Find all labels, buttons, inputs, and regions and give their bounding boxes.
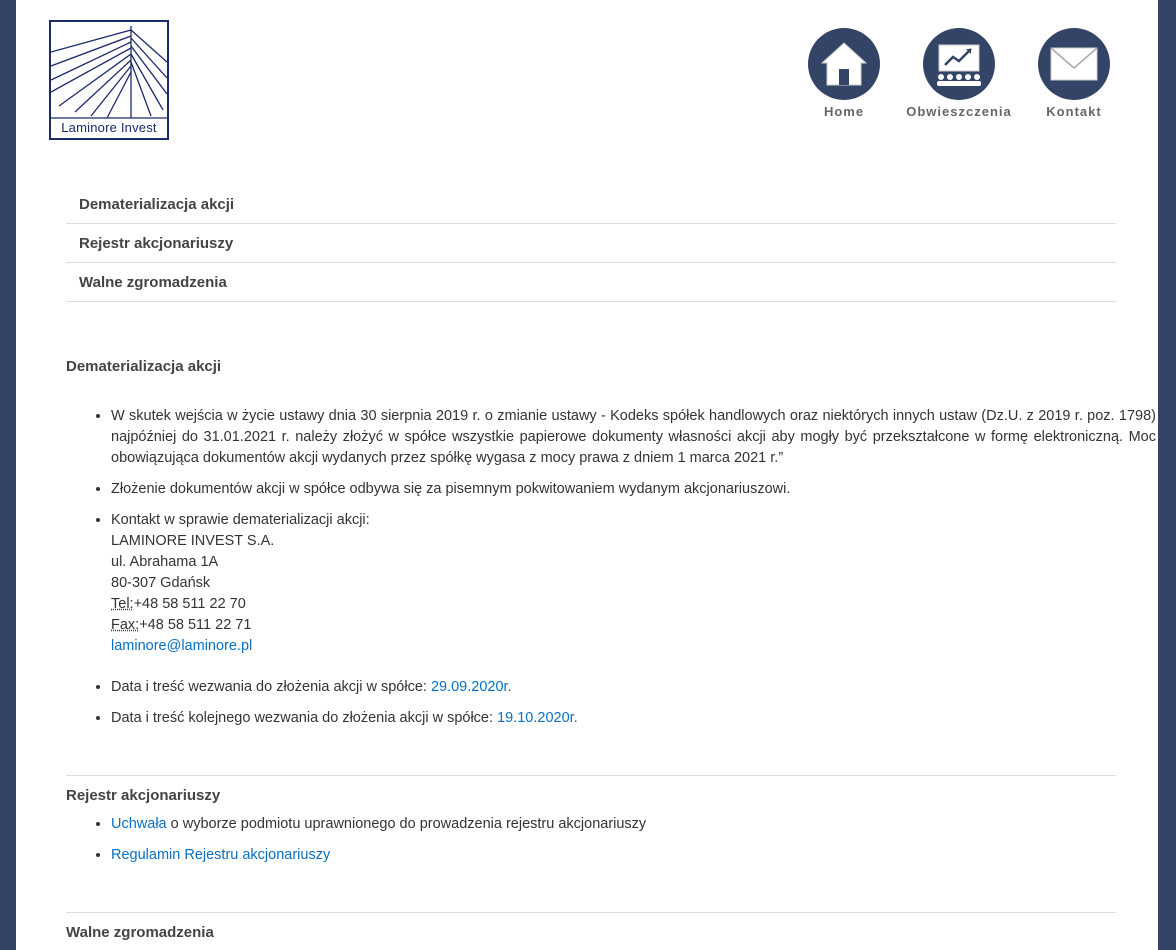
- contact-city: 80-307 Gdańsk: [111, 575, 211, 591]
- nav-kontakt[interactable]: Kontakt: [1019, 28, 1129, 119]
- dematerializacja-list: W skutek wejścia w życie ustawy dnia 30 …: [66, 406, 1156, 739]
- uchwala-link[interactable]: Uchwała: [111, 816, 167, 832]
- fax-number: +48 58 511 22 71: [139, 617, 252, 633]
- contact-street: ul. Abrahama 1A: [111, 554, 219, 570]
- menu-item-rejestr[interactable]: Rejestr akcjonariuszy: [66, 224, 1116, 263]
- email-link[interactable]: laminore@laminore.pl: [111, 638, 252, 654]
- laminore-logo[interactable]: Laminore Invest: [49, 20, 169, 140]
- section-title-walne: Walne zgromadzenia: [66, 924, 214, 941]
- list-item: Data i treść kolejnego wezwania do złoże…: [111, 708, 1156, 729]
- divider: [66, 912, 1116, 913]
- nav-kontakt-label: Kontakt: [1046, 104, 1102, 119]
- contact-intro: Kontakt w sprawie dematerializacji akcji…: [111, 512, 370, 528]
- list-item: Data i treść wezwania do złożenia akcji …: [111, 677, 1156, 698]
- uchwala-text: o wyborze podmiotu uprawnionego do prowa…: [166, 816, 647, 832]
- house-icon: [808, 28, 880, 100]
- summons-1-text: Data i treść wezwania do złożenia akcji …: [111, 679, 431, 695]
- divider: [66, 775, 1116, 776]
- presentation-chart-icon: [923, 28, 995, 100]
- summons-2-text: Data i treść kolejnego wezwania do złoże…: [111, 710, 498, 726]
- section-title-dematerializacja: Dematerializacja akcji: [66, 358, 222, 375]
- receipt-text: Złożenie dokumentów akcji w spółce odbyw…: [111, 481, 791, 497]
- rejestr-list: Uchwała o wyborze podmiotu uprawnionego …: [66, 814, 1156, 876]
- nav-home-label: Home: [823, 104, 865, 119]
- envelope-icon: [1038, 28, 1110, 100]
- nav-home[interactable]: Home: [789, 28, 899, 119]
- section-menu: Dematerializacja akcji Rejestr akcjonari…: [66, 185, 1116, 302]
- contact-company: LAMINORE INVEST S.A.: [111, 533, 275, 549]
- regulamin-link[interactable]: Regulamin Rejestru akcjonariuszy: [111, 847, 330, 863]
- summons-1-link[interactable]: 29.09.2020r.: [431, 679, 512, 695]
- list-item: Kontakt w sprawie dematerializacji akcji…: [111, 510, 1156, 667]
- summons-2-link[interactable]: 19.10.2020r.: [497, 710, 578, 726]
- list-item: Złożenie dokumentów akcji w spółce odbyw…: [111, 479, 1156, 500]
- logo-text: Laminore Invest: [61, 120, 157, 135]
- page: Laminore Invest Home Obwieszczenia Konta…: [16, 0, 1158, 950]
- section-title-rejestr: Rejestr akcjonariuszy: [66, 787, 221, 804]
- menu-item-walne[interactable]: Walne zgromadzenia: [66, 263, 1116, 302]
- nav-obwieszczenia-label: Obwieszczenia: [906, 104, 1012, 119]
- tel-label: Tel:: [111, 596, 134, 612]
- nav-obwieszczenia[interactable]: Obwieszczenia: [904, 28, 1014, 119]
- tel-number: +48 58 511 22 70: [133, 596, 246, 612]
- fax-label: Fax:: [111, 617, 140, 633]
- list-item: W skutek wejścia w życie ustawy dnia 30 …: [111, 406, 1156, 469]
- list-item: Regulamin Rejestru akcjonariuszy: [111, 845, 1156, 866]
- statute-text: W skutek wejścia w życie ustawy dnia 30 …: [111, 408, 1156, 466]
- menu-item-dematerializacja[interactable]: Dematerializacja akcji: [66, 185, 1116, 224]
- list-item: Uchwała o wyborze podmiotu uprawnionego …: [111, 814, 1156, 835]
